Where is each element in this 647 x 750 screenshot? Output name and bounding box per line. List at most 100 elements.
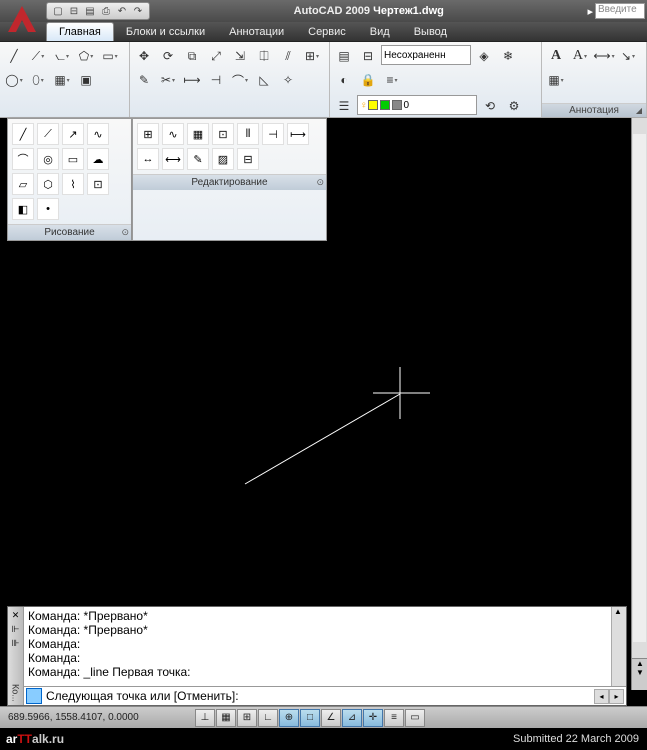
move-icon[interactable]: ✥ [133, 45, 155, 67]
layer-current-combo[interactable]: ♀0 [357, 95, 477, 115]
qat-open-icon[interactable]: ⊟ [67, 4, 81, 18]
command-input[interactable] [44, 688, 594, 704]
edit-hatch-icon[interactable]: ▨ [212, 148, 234, 170]
layer-state-combo[interactable]: Несохраненн [381, 45, 471, 65]
qat-new-icon[interactable]: ▢ [51, 4, 65, 18]
fillet-icon[interactable]: ⌒ [229, 69, 251, 91]
cmd-dock-icon[interactable]: ⊩ [12, 624, 20, 635]
donut-icon[interactable]: ◎ [37, 148, 59, 170]
tab-blocks[interactable]: Блоки и ссылки [114, 23, 217, 41]
toggle-lwt[interactable]: ≡ [384, 709, 404, 727]
cmd-pin-icon[interactable]: ⊪ [12, 638, 20, 649]
vertical-scrollbar[interactable]: ▲▼ [631, 118, 647, 690]
mtext-icon[interactable]: A [545, 45, 567, 67]
toggle-grid[interactable]: ⊞ [237, 709, 257, 727]
layer-freeze-icon[interactable]: ❄ [497, 45, 519, 67]
xline-icon[interactable]: ⟋ [37, 123, 59, 145]
cmd-close-icon[interactable]: ✕ [12, 610, 20, 621]
layer-match-icon[interactable]: ≡ [381, 69, 403, 91]
reverse-icon[interactable]: ↔ [137, 148, 159, 170]
ellipse-icon[interactable]: ⬯ [27, 69, 49, 91]
pin-icon[interactable]: ⊙ [121, 227, 129, 238]
tab-service[interactable]: Сервис [296, 23, 358, 41]
gradient-icon[interactable]: ◧ [12, 198, 34, 220]
app-logo[interactable] [4, 2, 40, 38]
wipeout-icon[interactable]: ▱ [12, 173, 34, 195]
qat-save-icon[interactable]: ▤ [83, 4, 97, 18]
coordinates[interactable]: 689.5966, 1558.4107, 0.0000 [0, 712, 195, 723]
erase-icon[interactable]: ✎ [133, 69, 155, 91]
tab-annotations[interactable]: Аннотации [217, 23, 296, 41]
trim-icon[interactable]: ✂ [157, 69, 179, 91]
toggle-ortho[interactable]: ∟ [258, 709, 278, 727]
toggle-otrack[interactable]: ∠ [321, 709, 341, 727]
circle-icon[interactable]: ◯ [3, 69, 25, 91]
toggle-snap[interactable]: ▦ [216, 709, 236, 727]
chamfer-icon[interactable]: ◺ [253, 69, 275, 91]
region-icon[interactable]: ▣ [75, 69, 97, 91]
rotate-icon[interactable]: ⟳ [157, 45, 179, 67]
layer-prev-icon[interactable]: ⟲ [479, 95, 501, 117]
layer-prop-icon[interactable]: ▤ [333, 45, 355, 67]
ray-icon[interactable]: ↗ [62, 123, 84, 145]
boundary-icon[interactable]: ⊡ [87, 173, 109, 195]
layer-off-icon[interactable]: ◐ [333, 69, 355, 91]
toggle-infer[interactable]: ⊥ [195, 709, 215, 727]
ellipse-arc-icon[interactable]: ⌒ [12, 148, 34, 170]
pline-icon[interactable]: ⦦ [51, 45, 73, 67]
toggle-osnap[interactable]: □ [300, 709, 320, 727]
stretch-icon[interactable]: ⇲ [229, 45, 251, 67]
cmd-scroll-left-icon[interactable]: ◂ [594, 689, 609, 704]
leader-icon[interactable]: ↘ [617, 45, 639, 67]
toggle-dyn[interactable]: ✛ [363, 709, 383, 727]
splinedit-icon[interactable]: ∿ [162, 123, 184, 145]
line-icon[interactable]: ╱ [12, 123, 34, 145]
toggle-polar[interactable]: ⊕ [279, 709, 299, 727]
pedit-icon[interactable]: ⊞ [137, 123, 159, 145]
command-history[interactable]: Команда: *Прервано* Команда: *Прервано* … [24, 607, 626, 687]
lengthen-icon[interactable]: ⟷ [162, 148, 184, 170]
cmd-scroll-right-icon[interactable]: ▸ [609, 689, 624, 704]
hatchedit-icon[interactable]: ▦ [187, 123, 209, 145]
viewcube-icon[interactable]: ▲▼ [632, 658, 647, 690]
3dpoly-icon[interactable]: ⬡ [37, 173, 59, 195]
scale-icon[interactable]: ⤢ [205, 45, 227, 67]
spline-icon[interactable]: ∿ [87, 123, 109, 145]
array-icon[interactable]: ⊞ [301, 45, 323, 67]
revcloud-icon[interactable]: ☁ [87, 148, 109, 170]
arrayedit-icon[interactable]: ⊡ [212, 123, 234, 145]
layer-states-icon[interactable]: ⊟ [357, 45, 379, 67]
layer-iso-icon[interactable]: ◈ [473, 45, 495, 67]
helix-icon[interactable]: ⌇ [62, 173, 84, 195]
table-icon[interactable]: ▦ [545, 69, 567, 91]
copy-icon[interactable]: ⧉ [181, 45, 203, 67]
mirror-icon[interactable]: ⎅ [253, 45, 275, 67]
tab-home[interactable]: Главная [46, 22, 114, 41]
tab-output[interactable]: Вывод [402, 23, 459, 41]
join-icon[interactable]: ⟼ [287, 123, 309, 145]
search-input[interactable]: Введите [595, 3, 645, 19]
pin-icon[interactable]: ⊙ [316, 177, 324, 188]
break-icon[interactable]: ⊣ [262, 123, 284, 145]
qat-undo-icon[interactable]: ↶ [115, 4, 129, 18]
edit-array-icon[interactable]: ⊟ [237, 148, 259, 170]
toggle-ducs[interactable]: ⊿ [342, 709, 362, 727]
extend-icon[interactable]: ⟼ [181, 69, 203, 91]
break-icon[interactable]: ⊣ [205, 69, 227, 91]
offset-icon[interactable]: ⫽ [277, 45, 299, 67]
rect-icon[interactable]: ▭ [62, 148, 84, 170]
line-icon[interactable]: ╱ [3, 45, 25, 67]
cmd-scrollbar[interactable] [611, 607, 626, 686]
explode-icon[interactable]: ✧ [277, 69, 299, 91]
panel-expand-icon[interactable]: ◢ [634, 106, 644, 116]
tab-view[interactable]: Вид [358, 23, 402, 41]
point-icon[interactable]: • [37, 198, 59, 220]
polygon-icon[interactable]: ⬠ [75, 45, 97, 67]
edit-spline-icon[interactable]: ✎ [187, 148, 209, 170]
text-icon[interactable]: A [569, 45, 591, 67]
align-icon[interactable]: ⫴ [237, 123, 259, 145]
qat-print-icon[interactable]: ⎙ [99, 4, 113, 18]
layer-manager-icon[interactable]: ☰ [333, 95, 355, 117]
qat-redo-icon[interactable]: ↷ [131, 4, 145, 18]
arc-icon[interactable]: ⟋ [27, 45, 49, 67]
